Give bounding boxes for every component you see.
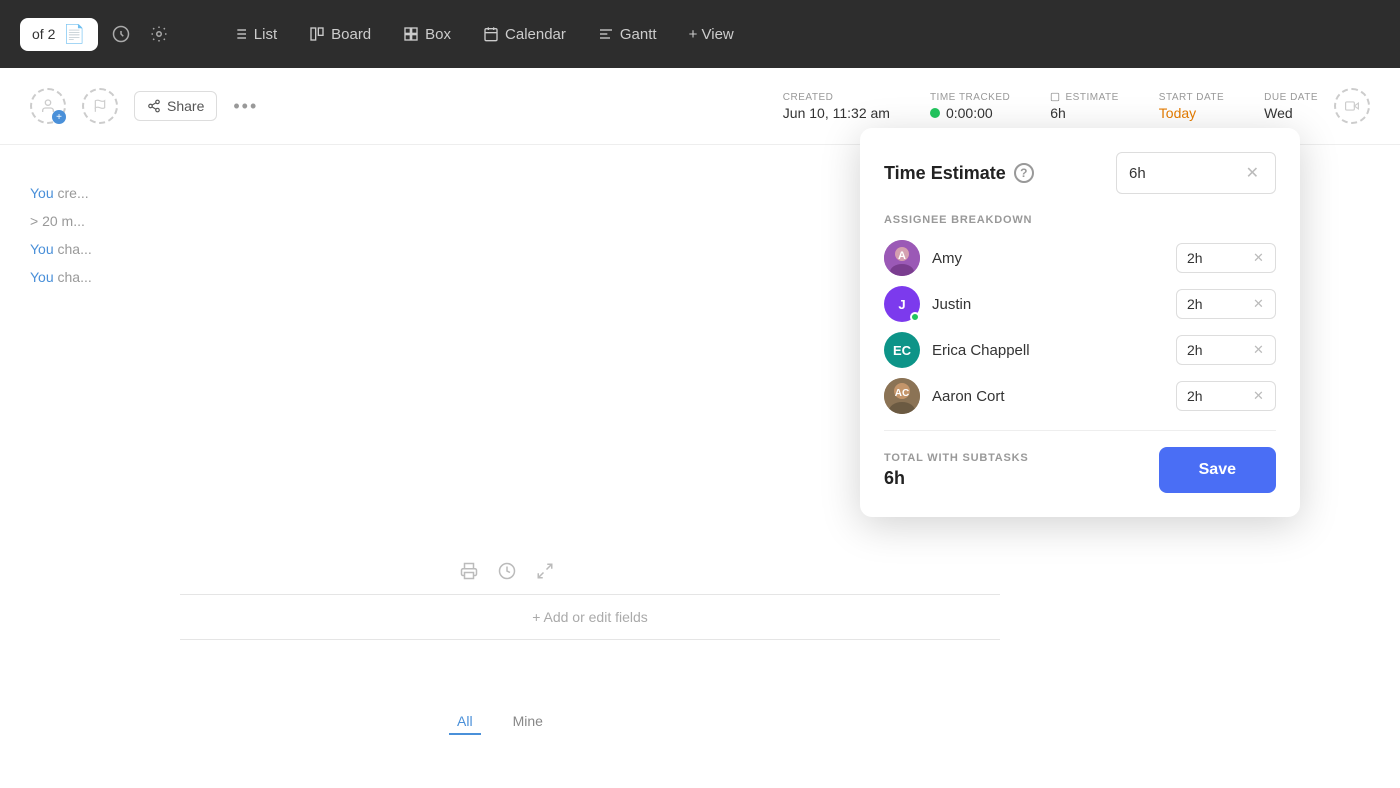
justin-online-indicator <box>910 312 920 322</box>
activity-you-1: You <box>30 185 54 201</box>
assignee-clear-erica[interactable]: ✕ <box>1253 342 1264 358</box>
save-button[interactable]: Save <box>1159 447 1276 493</box>
page-indicator-text: of 2 <box>32 26 55 42</box>
action-icons <box>460 562 554 585</box>
nav-item-gantt[interactable]: Gantt <box>586 20 669 49</box>
nav-icon-btn-1[interactable] <box>106 19 136 49</box>
nav-item-box[interactable]: Box <box>391 20 463 49</box>
nav-item-list[interactable]: List <box>220 20 289 49</box>
top-navigation: of 2 📄 List Board Box Calendar Gantt + V… <box>0 0 1400 68</box>
assignee-name-erica: Erica Chappell <box>932 342 1164 359</box>
total-value: 6h <box>884 468 1029 489</box>
created-value: Jun 10, 11:32 am <box>783 105 890 121</box>
assignee-avatar-aaron: AC <box>884 378 920 414</box>
assignee-row-justin: J Justin ✕ <box>884 286 1276 322</box>
assignee-clear-amy[interactable]: ✕ <box>1253 250 1264 266</box>
time-estimate-popup: Time Estimate ? ✕ ASSIGNEE BREAKDOWN A A… <box>860 128 1300 517</box>
avatar-add-plus-icon: + <box>52 110 66 124</box>
popup-title-text: Time Estimate <box>884 163 1006 184</box>
due-date-value: Wed <box>1264 105 1318 121</box>
aaron-avatar-svg: AC <box>884 378 920 414</box>
created-label: CREATED <box>783 92 890 103</box>
tab-mine[interactable]: Mine <box>505 709 551 735</box>
share-button[interactable]: Share <box>134 91 217 121</box>
due-date-meta: DUE DATE Wed <box>1264 92 1318 121</box>
nav-gantt-label: Gantt <box>620 26 657 43</box>
assignee-input-aaron[interactable] <box>1187 388 1247 404</box>
assignee-avatar-erica: EC <box>884 332 920 368</box>
expand-icon[interactable] <box>536 562 554 585</box>
add-edit-fields-label: + Add or edit fields <box>532 609 648 625</box>
nav-calendar-label: Calendar <box>505 26 566 43</box>
estimate-clear-button[interactable]: ✕ <box>1242 159 1263 187</box>
estimate-main-input[interactable] <box>1129 165 1234 182</box>
popup-divider <box>884 430 1276 431</box>
history-icon[interactable] <box>498 562 516 585</box>
time-tracked-value: 0:00:00 <box>930 105 1010 121</box>
popup-footer: TOTAL WITH SUBTASKS 6h Save <box>884 447 1276 493</box>
nav-item-board[interactable]: Board <box>297 20 383 49</box>
tab-all[interactable]: All <box>449 709 481 735</box>
assignee-input-wrap-justin[interactable]: ✕ <box>1176 289 1276 319</box>
start-date-value: Today <box>1159 105 1224 121</box>
estimate-meta[interactable]: ESTIMATE 6h <box>1050 92 1119 121</box>
nav-board-label: Board <box>331 26 371 43</box>
add-edit-fields-button[interactable]: + Add or edit fields <box>180 594 1000 640</box>
assignee-name-justin: Justin <box>932 296 1164 313</box>
assignee-avatar-justin-wrap: J <box>884 286 920 322</box>
assignee-input-erica[interactable] <box>1187 342 1247 358</box>
timer-dot <box>930 108 940 118</box>
popup-header: Time Estimate ? ✕ <box>884 152 1276 194</box>
time-tracked-label: TIME TRACKED <box>930 92 1010 103</box>
assignee-name-amy: Amy <box>932 250 1164 267</box>
total-section: TOTAL WITH SUBTASKS 6h <box>884 452 1029 489</box>
due-date-label: DUE DATE <box>1264 92 1318 103</box>
assignee-clear-justin[interactable]: ✕ <box>1253 296 1264 312</box>
assignee-input-wrap-erica[interactable]: ✕ <box>1176 335 1276 365</box>
assignee-input-amy[interactable] <box>1187 250 1247 266</box>
amy-avatar-svg: A <box>884 240 920 276</box>
activity-you-4: You <box>30 269 54 285</box>
nav-item-calendar[interactable]: Calendar <box>471 20 578 49</box>
created-meta: CREATED Jun 10, 11:32 am <box>783 92 890 121</box>
print-icon[interactable] <box>460 562 478 585</box>
document-icon: 📄 <box>63 24 85 45</box>
assignee-breakdown-label: ASSIGNEE BREAKDOWN <box>884 214 1276 226</box>
assignee-row-erica: EC Erica Chappell ✕ <box>884 332 1276 368</box>
start-date-label: START DATE <box>1159 92 1224 103</box>
svg-text:A: A <box>898 250 906 262</box>
nav-box-label: Box <box>425 26 451 43</box>
assignee-avatar-amy: A <box>884 240 920 276</box>
estimate-input-container[interactable]: ✕ <box>1116 152 1276 194</box>
assignee-row-amy: A Amy ✕ <box>884 240 1276 276</box>
estimate-label: ESTIMATE <box>1050 92 1119 103</box>
nav-item-add-view[interactable]: + View <box>677 20 746 49</box>
popup-title: Time Estimate ? <box>884 163 1034 184</box>
more-options-button[interactable]: ••• <box>233 96 258 117</box>
time-tracked-meta[interactable]: TIME TRACKED 0:00:00 <box>930 92 1010 121</box>
assignee-input-justin[interactable] <box>1187 296 1247 312</box>
assignee-input-wrap-aaron[interactable]: ✕ <box>1176 381 1276 411</box>
start-date-meta: START DATE Today <box>1159 92 1224 121</box>
toolbar-meta: CREATED Jun 10, 11:32 am TIME TRACKED 0:… <box>783 92 1318 121</box>
activity-you-3: You <box>30 241 54 257</box>
help-icon[interactable]: ? <box>1014 163 1034 183</box>
nav-list-label: List <box>254 26 277 43</box>
activity-tabs: All Mine <box>0 709 1000 735</box>
svg-text:AC: AC <box>895 388 909 399</box>
add-view-label: + View <box>689 26 734 43</box>
assignee-avatar-add[interactable]: + <box>30 88 66 124</box>
main-content: + Share ••• CREATED Jun 10, 11:32 am TIM… <box>0 68 1400 788</box>
page-indicator[interactable]: of 2 📄 <box>20 18 98 51</box>
total-label: TOTAL WITH SUBTASKS <box>884 452 1029 464</box>
flag-button[interactable] <box>82 88 118 124</box>
estimate-value: 6h <box>1050 105 1119 121</box>
assignee-row-aaron: AC Aaron Cort ✕ <box>884 378 1276 414</box>
share-label: Share <box>167 98 204 114</box>
assignee-name-aaron: Aaron Cort <box>932 388 1164 405</box>
camera-button[interactable] <box>1334 88 1370 124</box>
nav-icon-btn-2[interactable] <box>144 19 174 49</box>
assignee-clear-aaron[interactable]: ✕ <box>1253 388 1264 404</box>
assignee-input-wrap-amy[interactable]: ✕ <box>1176 243 1276 273</box>
